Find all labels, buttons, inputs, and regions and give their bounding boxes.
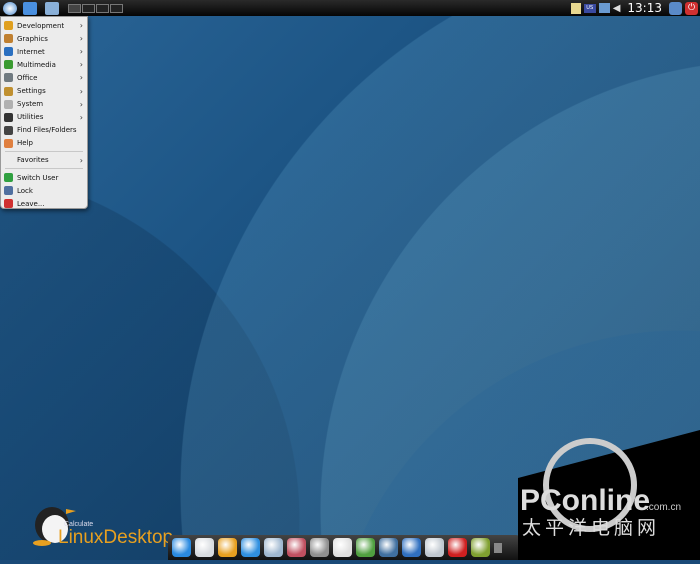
menu-item-graphics[interactable]: Graphics › — [1, 32, 87, 45]
clock[interactable]: 13:13 — [627, 1, 662, 15]
top-panel: US ◀ 13:13 ⏻ — [0, 0, 700, 16]
menu-item-leave[interactable]: Leave... — [1, 197, 87, 210]
media-sphere-icon[interactable] — [379, 538, 398, 557]
menu-item-find-files-folders[interactable]: Find Files/Folders — [1, 124, 87, 137]
chevron-right-icon: › — [79, 21, 83, 31]
multimedia-icon — [4, 60, 13, 70]
workspace-1[interactable] — [68, 3, 81, 13]
power-icon[interactable]: ⏻ — [685, 1, 698, 15]
messenger-icon[interactable] — [241, 538, 260, 557]
archive-icon[interactable] — [471, 538, 490, 557]
workspace-3[interactable] — [96, 3, 109, 13]
network-globe-icon[interactable] — [172, 538, 191, 557]
menu-item-internet[interactable]: Internet › — [1, 45, 87, 58]
chevron-right-icon: › — [79, 60, 83, 70]
menu-item-label: Graphics — [17, 34, 48, 43]
app-menu-icon[interactable] — [3, 1, 17, 15]
document-viewer-icon[interactable] — [264, 538, 283, 557]
menu-separator — [5, 150, 83, 152]
network-icon[interactable] — [598, 3, 610, 13]
menu-item-label: Favorites — [17, 156, 49, 165]
office-icon — [4, 73, 13, 83]
menu-item-label: Internet — [17, 47, 45, 56]
chat-icon[interactable] — [218, 538, 237, 557]
menu-separator — [5, 168, 83, 170]
menu-item-label: Switch User — [17, 173, 59, 182]
dock — [168, 535, 520, 560]
network-computer-icon[interactable] — [45, 1, 59, 15]
menu-item-label: Utilities — [17, 113, 44, 122]
application-menu: Development › Graphics › Internet › Multimedia… — [0, 16, 88, 209]
dock-more-arrow-icon[interactable] — [494, 542, 502, 553]
chevron-right-icon: › — [79, 47, 83, 57]
menu-item-label: Leave... — [17, 199, 45, 208]
mail-icon[interactable] — [195, 538, 214, 557]
svg-text:.com.cn: .com.cn — [646, 502, 681, 513]
switch-user-icon — [4, 173, 13, 183]
svg-text:LinuxDesktop: LinuxDesktop — [58, 527, 173, 547]
workspace-2[interactable] — [82, 3, 95, 13]
menu-item-multimedia[interactable]: Multimedia › — [1, 58, 87, 71]
pconline-watermark: PConline .com.cn 太平洋电脑网 — [518, 430, 700, 560]
utilities-icon — [4, 112, 13, 122]
svg-text:太平洋电脑网: 太平洋电脑网 — [522, 517, 660, 539]
menu-item-system[interactable]: System › — [1, 98, 87, 111]
lock-icon — [4, 186, 13, 196]
menu-item-label: Help — [17, 139, 33, 148]
menu-item-label: Settings — [17, 87, 46, 96]
browser-icon[interactable] — [402, 538, 421, 557]
chevron-right-icon: › — [79, 99, 83, 109]
clipboard-icon[interactable] — [570, 2, 581, 14]
system-icon — [4, 99, 13, 109]
menu-item-switch-user[interactable]: Switch User — [1, 171, 87, 184]
menu-item-office[interactable]: Office › — [1, 71, 87, 84]
development-icon — [4, 21, 13, 31]
menu-item-development[interactable]: Development › — [1, 19, 87, 32]
menu-item-label: Lock — [17, 186, 33, 195]
menu-item-settings[interactable]: Settings › — [1, 84, 87, 97]
presentation-icon[interactable] — [287, 538, 306, 557]
menu-item-utilities[interactable]: Utilities › — [1, 111, 87, 124]
svg-text:PConline: PConline — [520, 484, 650, 517]
image-viewer-icon[interactable] — [356, 538, 375, 557]
calculate-linux-logo: Calculate LinuxDesktop — [22, 497, 182, 548]
chevron-right-icon: › — [79, 155, 83, 165]
screen-lock-icon[interactable] — [669, 1, 682, 15]
volume-icon[interactable]: ◀ — [613, 3, 621, 14]
menu-item-label: Office — [17, 73, 38, 82]
leave-icon — [4, 199, 13, 209]
home-folder-icon[interactable] — [23, 1, 37, 15]
text-editor-icon[interactable] — [333, 538, 352, 557]
help-icon — [4, 138, 13, 148]
binoculars-icon — [4, 125, 13, 135]
chevron-right-icon: › — [79, 34, 83, 44]
menu-item-label: Development — [17, 21, 65, 30]
menu-item-label: Find Files/Folders — [17, 126, 77, 135]
workspace-4[interactable] — [110, 3, 123, 13]
menu-item-help[interactable]: Help — [1, 137, 87, 150]
menu-item-label: Multimedia — [17, 60, 56, 69]
keyboard-layout-icon[interactable]: US — [583, 3, 596, 13]
chevron-right-icon: › — [79, 112, 83, 122]
graphics-icon — [4, 34, 13, 44]
calculator-icon[interactable] — [310, 538, 329, 557]
penguin-logo-icon: Calculate LinuxDesktop — [33, 507, 173, 548]
settings-icon — [4, 86, 13, 96]
menu-item-favorites[interactable]: Favorites › — [1, 154, 87, 167]
menu-item-label: System — [17, 100, 44, 109]
chevron-right-icon: › — [79, 86, 83, 96]
chevron-right-icon: › — [79, 73, 83, 83]
internet-icon — [4, 47, 13, 57]
menu-item-lock[interactable]: Lock — [1, 184, 87, 197]
video-player-icon[interactable] — [425, 538, 444, 557]
burner-icon[interactable] — [448, 538, 467, 557]
